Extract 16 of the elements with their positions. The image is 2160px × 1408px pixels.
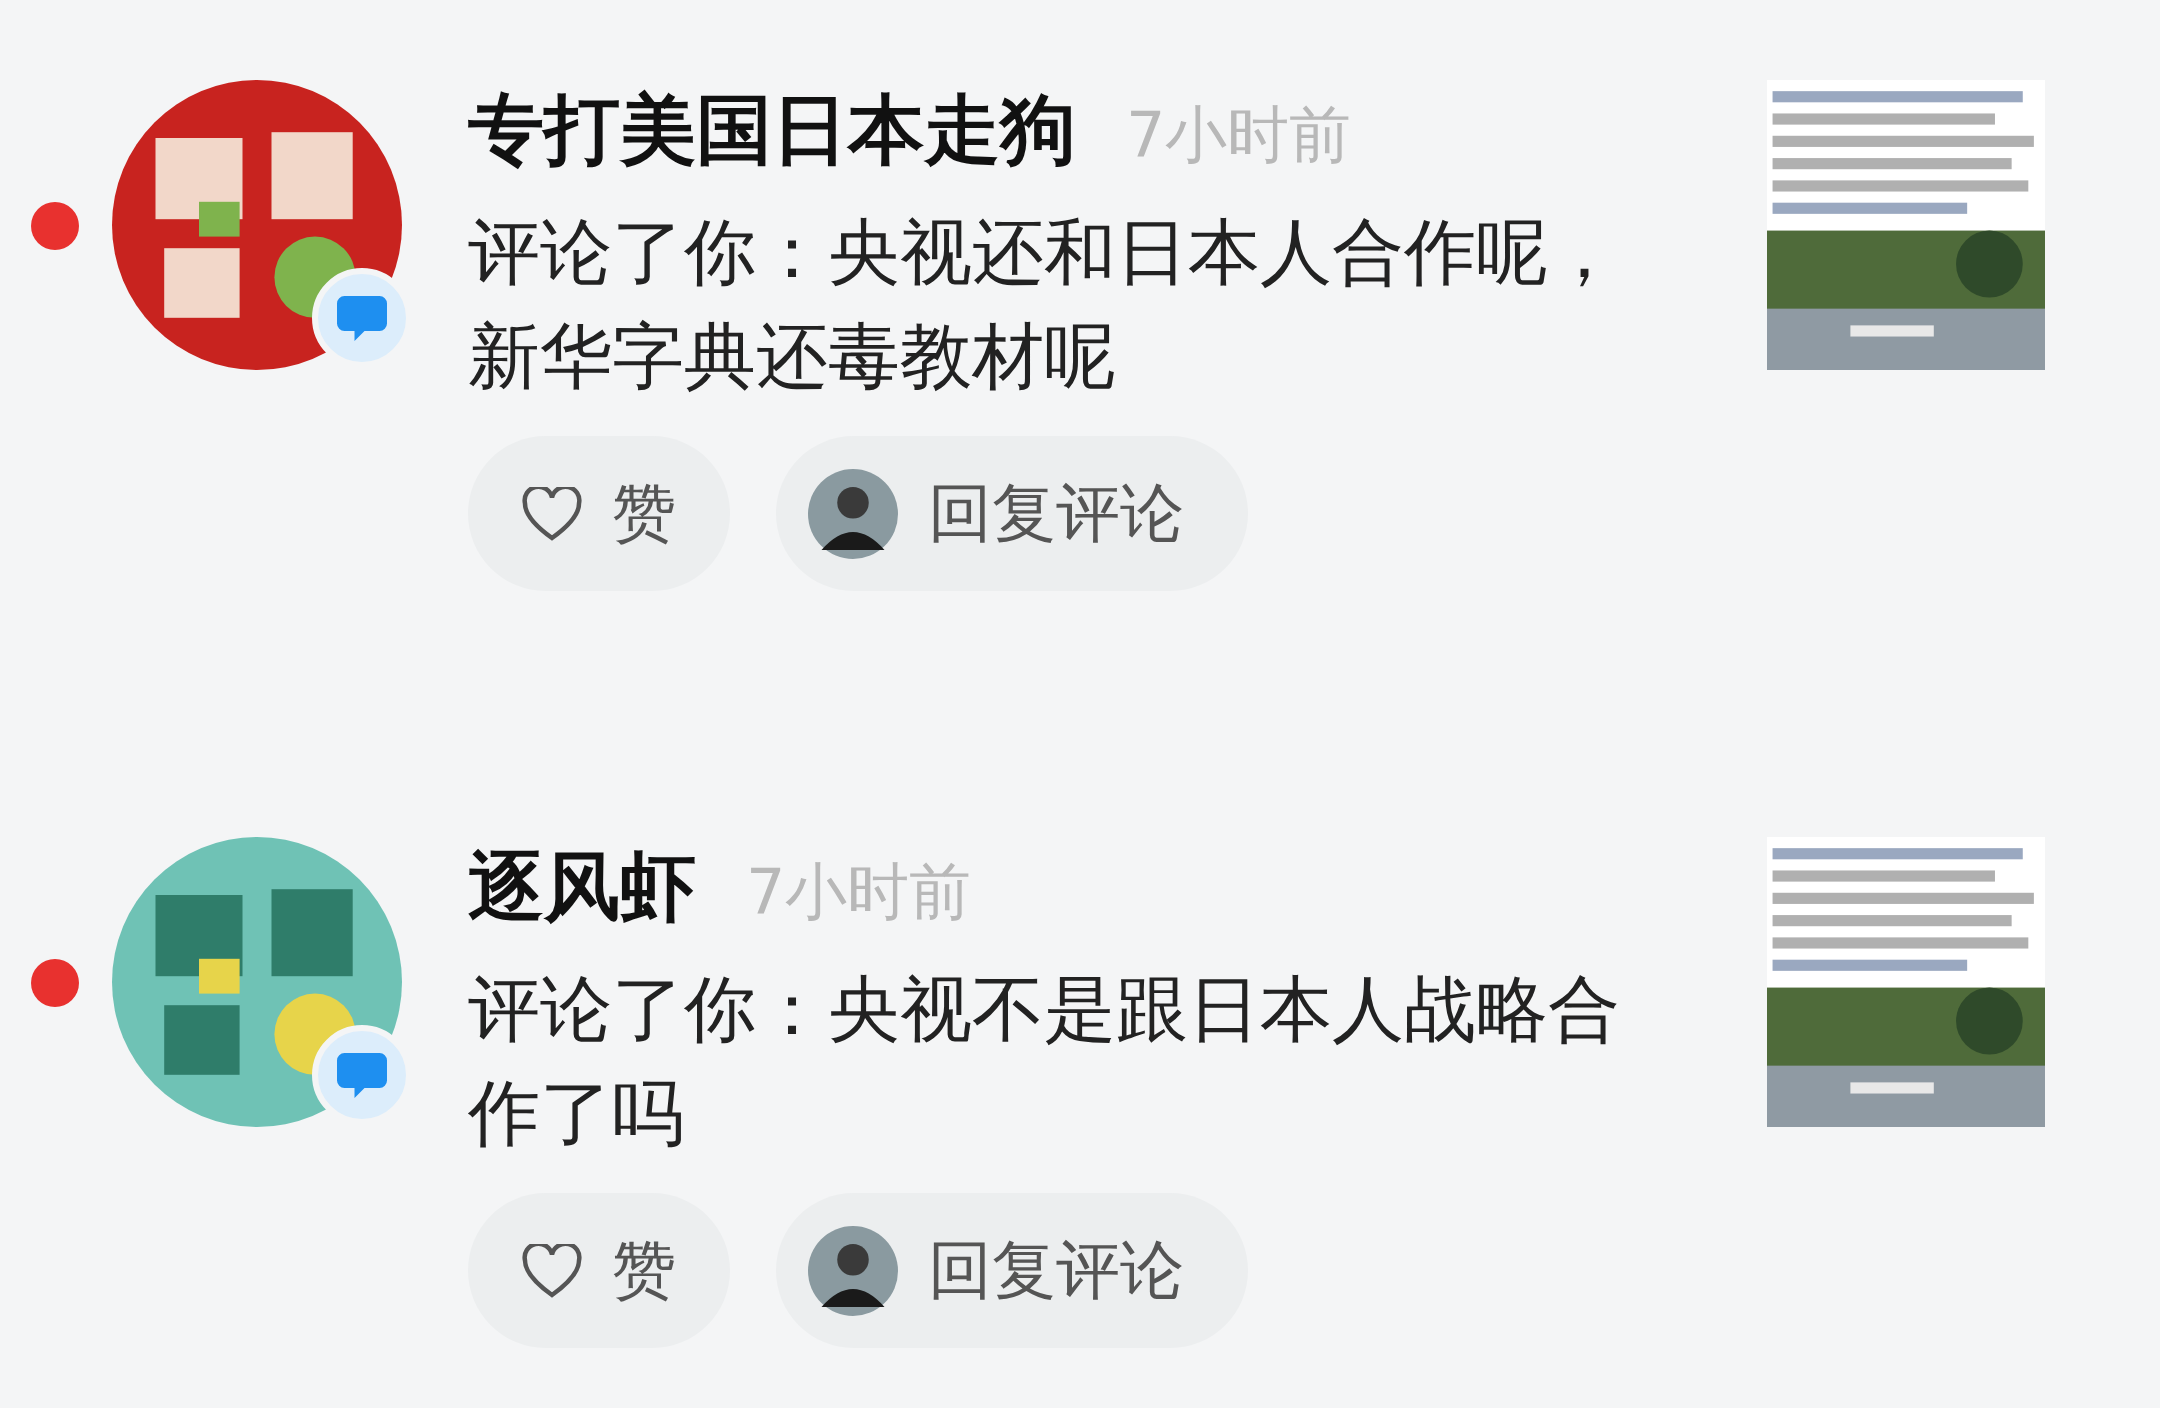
comment-text: 评论了你：央视不是跟日本人战略合作了吗 <box>468 966 1621 1157</box>
timestamp: 7小时前 <box>746 854 972 930</box>
heart-icon <box>522 1243 582 1298</box>
user-name[interactable]: 逐风虾 <box>468 837 696 940</box>
reply-button[interactable]: 回复评论 <box>776 1193 1248 1348</box>
comment-text: 评论了你：央视还和日本人合作呢，新华字典还毒教材呢 <box>468 209 1621 400</box>
avatar-icon <box>808 1225 898 1316</box>
avatar-icon <box>808 468 898 559</box>
like-button[interactable]: 赞 <box>468 1193 730 1348</box>
chat-bubble-icon <box>337 1052 387 1098</box>
like-button[interactable]: 赞 <box>468 436 730 591</box>
reply-button[interactable]: 回复评论 <box>776 436 1248 591</box>
timestamp: 7小时前 <box>1126 97 1352 173</box>
heart-icon <box>522 486 582 541</box>
user-name[interactable]: 专打美国日本走狗 <box>468 80 1076 183</box>
chat-bubble-icon <box>337 295 387 341</box>
